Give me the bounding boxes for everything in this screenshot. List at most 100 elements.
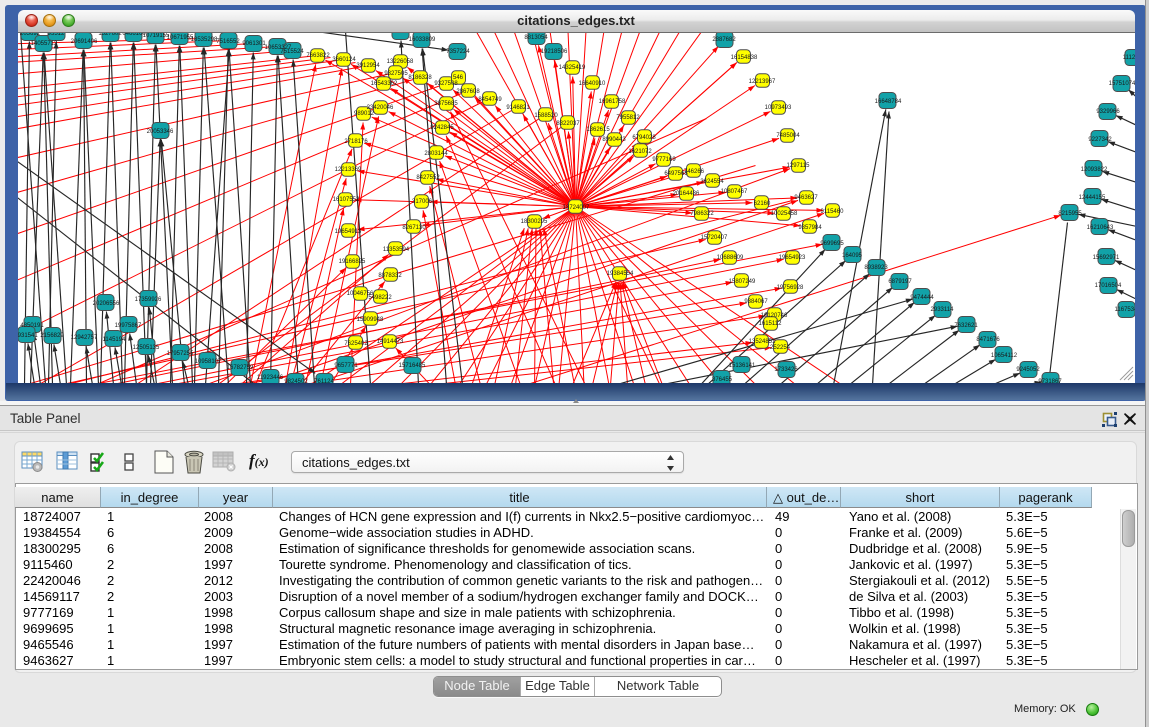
svg-text:12213369: 12213369 — [334, 167, 361, 173]
svg-text:19756928: 19756928 — [776, 285, 803, 291]
svg-text:1621072: 1621072 — [628, 149, 652, 155]
svg-text:546: 546 — [452, 75, 463, 81]
svg-text:7632621: 7632621 — [954, 323, 978, 329]
svg-text:12444155: 12444155 — [1078, 195, 1105, 201]
svg-text:3912954: 3912954 — [356, 63, 380, 69]
svg-text:2887682: 2887682 — [712, 37, 736, 43]
svg-text:8322037: 8322037 — [556, 121, 580, 127]
svg-text:9327508: 9327508 — [434, 81, 458, 87]
svg-text:1145194: 1145194 — [102, 337, 126, 343]
svg-text:18535298: 18535298 — [190, 37, 217, 43]
svg-text:8878332: 8878332 — [378, 273, 402, 279]
svg-text:10807467: 10807467 — [720, 189, 747, 195]
svg-text:7485004: 7485004 — [776, 133, 800, 139]
svg-text:9146821: 9146821 — [506, 105, 530, 111]
svg-text:9242845: 9242845 — [430, 125, 454, 131]
svg-text:164095: 164095 — [841, 253, 862, 259]
svg-text:9384067: 9384067 — [744, 299, 768, 305]
svg-text:1362615: 1362615 — [586, 127, 610, 133]
svg-text:7663822: 7663822 — [306, 53, 330, 59]
svg-text:10025458: 10025458 — [770, 211, 797, 217]
svg-text:15692971: 15692971 — [1092, 255, 1119, 261]
svg-text:1297115: 1297115 — [786, 163, 810, 169]
svg-text:2867608: 2867608 — [456, 89, 480, 95]
svg-text:1733426: 1733426 — [774, 367, 798, 373]
svg-text:10958107: 10958107 — [194, 359, 221, 365]
svg-text:16154838: 16154838 — [730, 55, 757, 61]
svg-text:6879197: 6879197 — [888, 279, 912, 285]
svg-text:9777169: 9777169 — [652, 157, 676, 163]
svg-text:9227342: 9227342 — [1088, 137, 1112, 143]
svg-text:20206556: 20206556 — [92, 301, 119, 307]
svg-text:1588520: 1588520 — [534, 113, 558, 119]
svg-text:16543362: 16543362 — [370, 81, 397, 87]
svg-text:23420046: 23420046 — [366, 105, 393, 111]
svg-text:7357224: 7357224 — [446, 49, 470, 55]
svg-text:19654923: 19654923 — [778, 255, 805, 261]
svg-text:16033809: 16033809 — [386, 33, 413, 35]
svg-text:9357984: 9357984 — [798, 225, 822, 231]
svg-text:4850191: 4850191 — [20, 323, 44, 329]
svg-text:205692: 205692 — [19, 33, 40, 37]
svg-text:18300295: 18300295 — [520, 219, 547, 225]
svg-text:1615112: 1615112 — [758, 321, 782, 327]
svg-text:317006: 317006 — [411, 199, 432, 205]
svg-text:18724007: 18724007 — [562, 205, 589, 211]
svg-text:9327505: 9327505 — [384, 71, 408, 77]
svg-text:9463627: 9463627 — [794, 195, 818, 201]
svg-text:13524851: 13524851 — [748, 339, 775, 345]
svg-text:8215955: 8215955 — [1058, 211, 1082, 217]
svg-text:15716485: 15716485 — [398, 363, 425, 369]
svg-text:12505135: 12505135 — [132, 345, 159, 351]
svg-text:1527602: 1527602 — [98, 33, 122, 37]
svg-text:3624554: 3624554 — [700, 179, 724, 185]
svg-text:8454749: 8454749 — [478, 97, 502, 103]
svg-text:16640910: 16640910 — [578, 81, 605, 87]
svg-text:1167534: 1167534 — [1114, 307, 1134, 313]
svg-text:8990443: 8990443 — [602, 137, 626, 143]
svg-text:16648784: 16648784 — [874, 99, 901, 105]
svg-text:14914473: 14914473 — [376, 339, 403, 345]
svg-text:13226058: 13226058 — [386, 59, 413, 65]
svg-text:12093822: 12093822 — [1080, 167, 1107, 173]
svg-text:10973493: 10973493 — [764, 105, 791, 111]
svg-text:16961758: 16961758 — [598, 99, 625, 105]
svg-text:746266: 746266 — [683, 169, 704, 175]
svg-text:761124: 761124 — [314, 379, 334, 383]
svg-text:11923446: 11923446 — [256, 375, 283, 381]
svg-text:7515524: 7515524 — [280, 49, 304, 55]
svg-text:9245052: 9245052 — [1016, 367, 1040, 373]
svg-text:10688609: 10688609 — [716, 255, 743, 261]
svg-text:16033809: 16033809 — [408, 37, 435, 43]
svg-text:15807249: 15807249 — [728, 279, 755, 285]
svg-text:2803144: 2803144 — [424, 151, 448, 157]
svg-text:9329966: 9329966 — [1096, 109, 1120, 115]
svg-text:17957255: 17957255 — [166, 351, 193, 357]
svg-text:7955812: 7955812 — [616, 115, 640, 121]
svg-text:9824502: 9824502 — [284, 379, 308, 383]
svg-text:12213967: 12213967 — [748, 79, 775, 85]
svg-text:9115460: 9115460 — [820, 209, 844, 215]
svg-text:17016504: 17016504 — [1094, 283, 1121, 289]
svg-text:7986322: 7986322 — [690, 211, 714, 217]
svg-text:19654913: 19654913 — [334, 229, 361, 235]
svg-text:95512: 95512 — [47, 33, 64, 37]
svg-text:3931541: 3931541 — [18, 333, 38, 339]
svg-text:20691406: 20691406 — [70, 39, 97, 45]
svg-text:7516552: 7516552 — [216, 39, 240, 45]
svg-text:15136141: 15136141 — [728, 363, 755, 369]
svg-text:15720407: 15720407 — [700, 235, 727, 241]
svg-text:19384554: 19384554 — [606, 271, 633, 277]
svg-text:14055712: 14055712 — [30, 41, 57, 47]
svg-text:15751074: 15751074 — [1108, 81, 1134, 87]
svg-text:20164436: 20164436 — [672, 191, 699, 197]
svg-text:62160: 62160 — [753, 201, 770, 207]
svg-text:252254: 252254 — [769, 345, 790, 351]
svg-text:8471676: 8471676 — [976, 337, 1000, 343]
svg-text:17359926: 17359926 — [134, 297, 161, 303]
svg-text:9657771: 9657771 — [334, 363, 358, 369]
svg-text:10719155: 10719155 — [142, 33, 169, 39]
svg-text:1112704: 1112704 — [1122, 55, 1134, 61]
svg-text:20053346: 20053346 — [146, 129, 173, 135]
svg-text:9474444: 9474444 — [910, 295, 934, 301]
